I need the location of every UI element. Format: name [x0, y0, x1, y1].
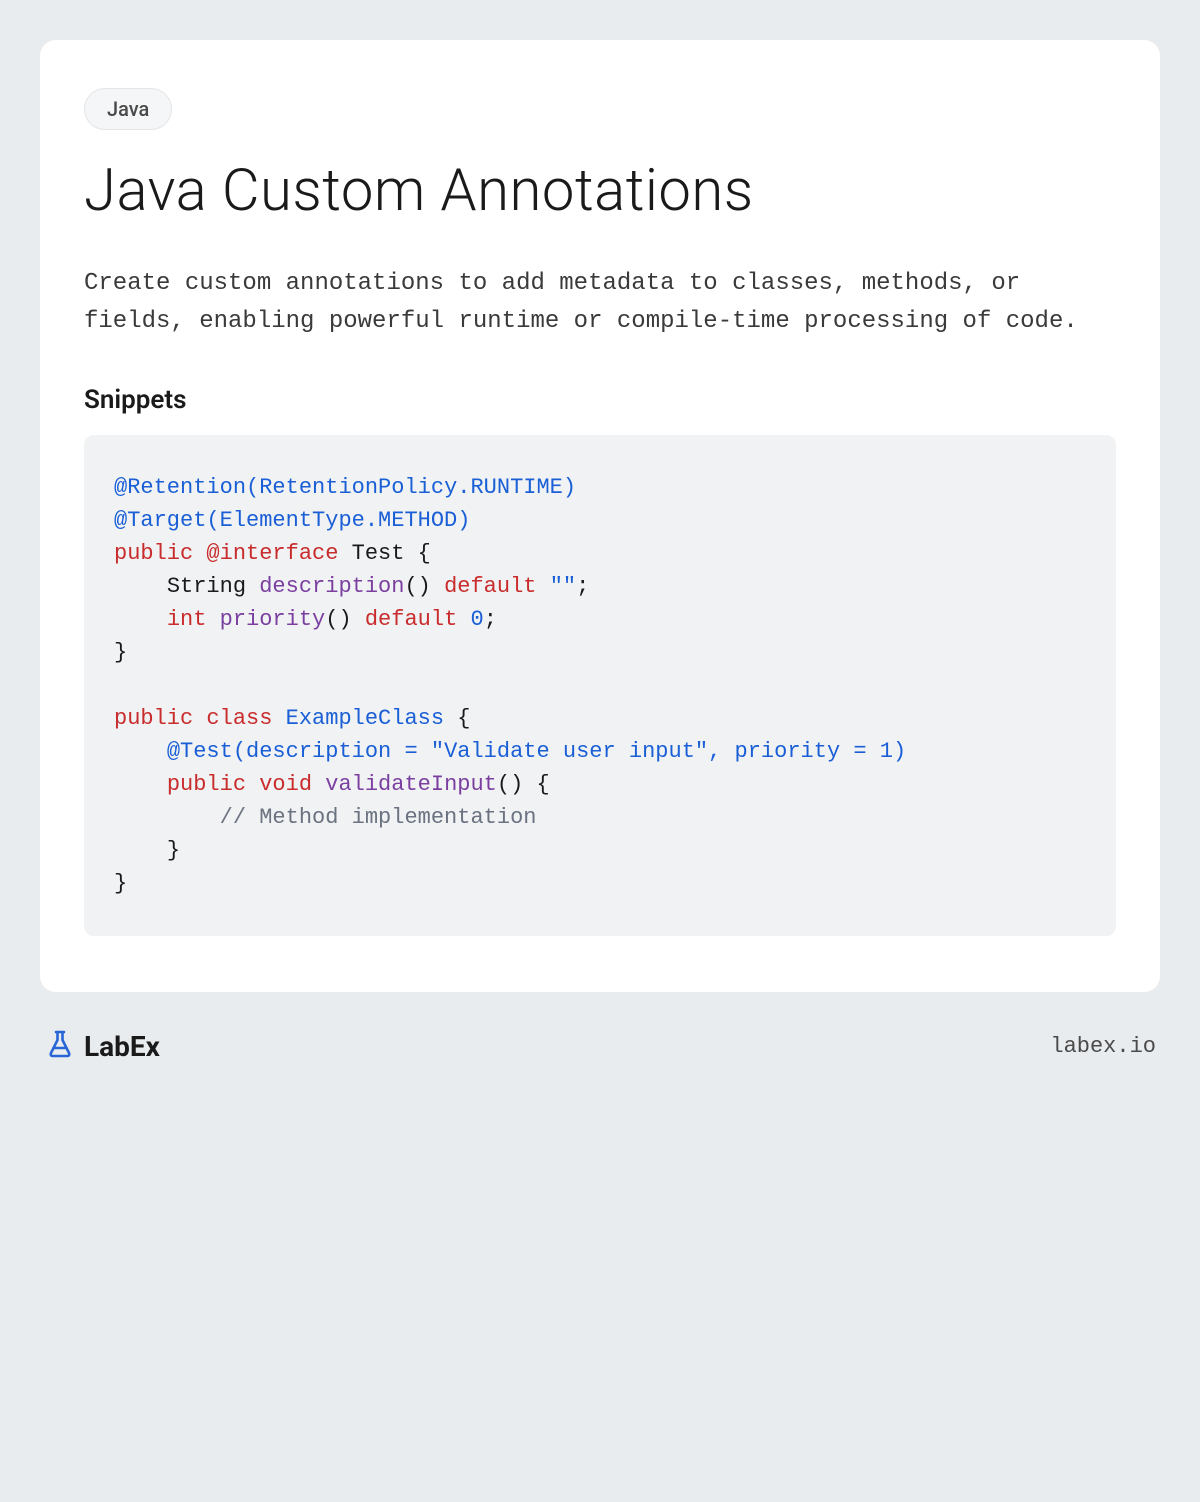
- brand-name: LabEx: [84, 1030, 160, 1063]
- footer: LabEx labex.io: [40, 1028, 1160, 1064]
- code-token: int: [167, 607, 207, 632]
- code-token: "": [550, 574, 576, 599]
- code-token: default: [365, 607, 457, 632]
- code-token: ;: [484, 607, 497, 632]
- code-token: "Validate user input": [431, 739, 708, 764]
- code-token: }: [114, 640, 127, 665]
- code-token: }: [167, 838, 180, 863]
- code-token: () {: [497, 772, 550, 797]
- code-token: validateInput: [325, 772, 497, 797]
- code-token: Test {: [338, 541, 430, 566]
- code-token: 1: [880, 739, 893, 764]
- code-token: description: [259, 574, 404, 599]
- code-token: @Test: [167, 739, 233, 764]
- code-token: @Retention: [114, 475, 246, 500]
- code-token: ;: [576, 574, 589, 599]
- flask-icon: [44, 1028, 76, 1064]
- content-card: Java Java Custom Annotations Create cust…: [40, 40, 1160, 992]
- description-text: Create custom annotations to add metadat…: [84, 265, 1116, 342]
- code-token: priority: [220, 607, 326, 632]
- code-token: (ElementType.METHOD): [206, 508, 470, 533]
- code-token: class: [206, 706, 272, 731]
- brand-logo: LabEx: [44, 1028, 160, 1064]
- code-token: {: [444, 706, 470, 731]
- code-token: , priority =: [708, 739, 880, 764]
- code-snippet: @Retention(RetentionPolicy.RUNTIME) @Tar…: [84, 435, 1116, 936]
- code-token: public: [167, 772, 246, 797]
- code-token: 0: [470, 607, 483, 632]
- code-token: // Method implementation: [220, 805, 537, 830]
- section-heading: Snippets: [84, 385, 1116, 415]
- code-token: (description =: [233, 739, 431, 764]
- code-token: }: [114, 871, 127, 896]
- code-token: public: [114, 706, 193, 731]
- code-token: @interface: [206, 541, 338, 566]
- code-token: (): [325, 607, 351, 632]
- code-token: (RetentionPolicy.RUNTIME): [246, 475, 576, 500]
- code-token: @Target: [114, 508, 206, 533]
- code-token: void: [259, 772, 312, 797]
- code-token: ): [893, 739, 906, 764]
- site-url: labex.io: [1050, 1034, 1156, 1059]
- page-title: Java Custom Annotations: [84, 158, 1116, 225]
- code-token: ExampleClass: [286, 706, 444, 731]
- language-tag: Java: [84, 88, 172, 130]
- code-token: String: [167, 574, 246, 599]
- code-token: (): [404, 574, 430, 599]
- code-token: default: [444, 574, 536, 599]
- code-token: public: [114, 541, 193, 566]
